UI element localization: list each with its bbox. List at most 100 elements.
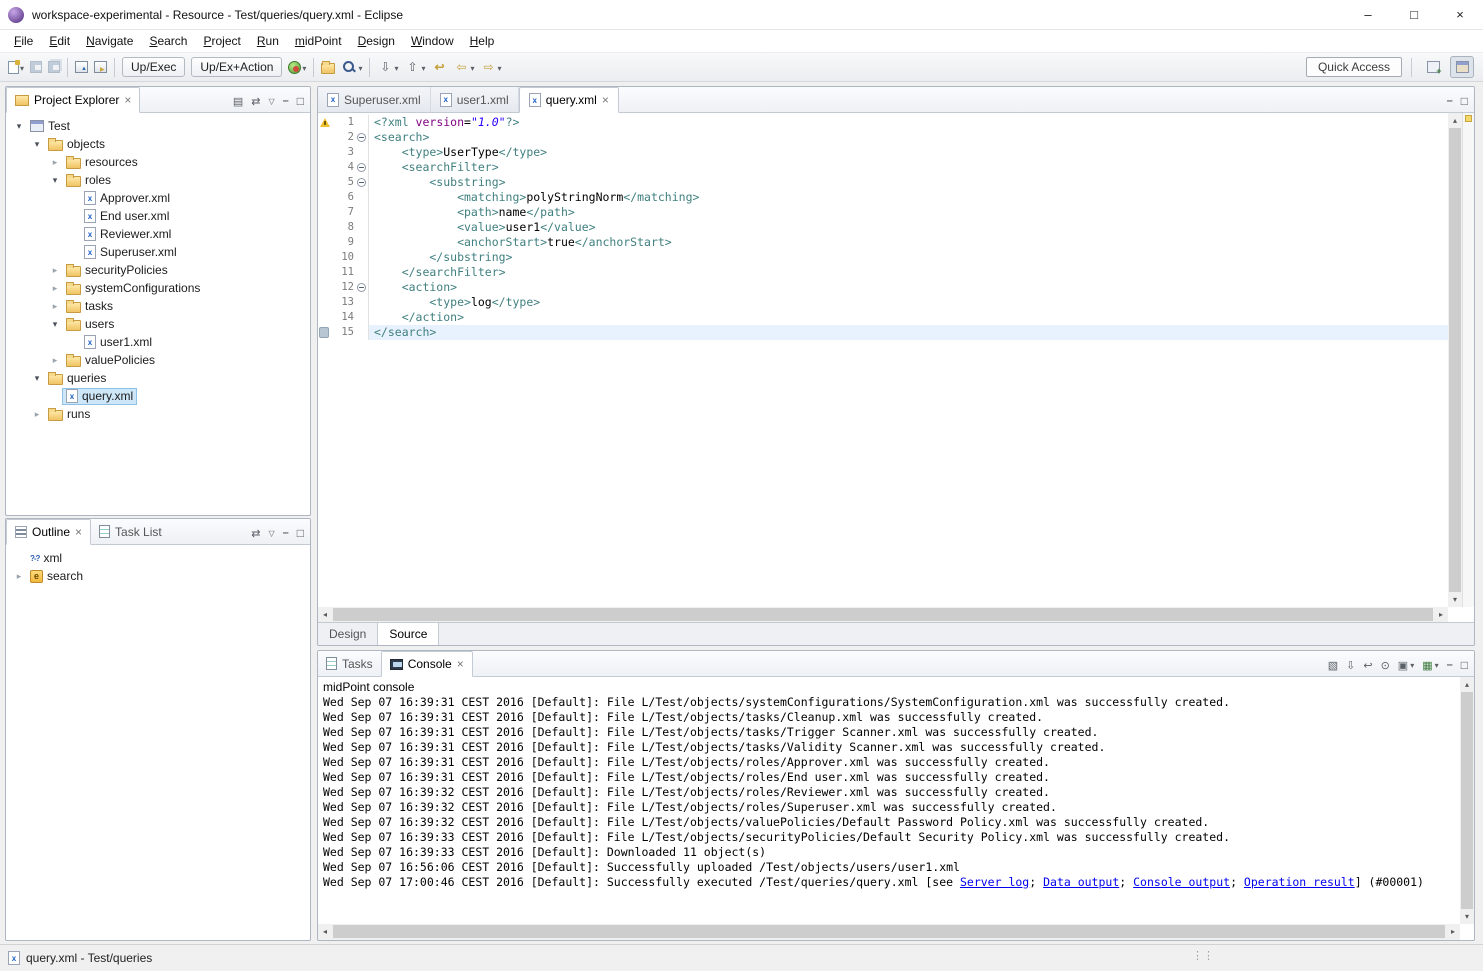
menu-item-run[interactable]: Run bbox=[249, 31, 287, 51]
next-annotation-button[interactable] bbox=[374, 57, 401, 77]
collapse-arrow-icon[interactable]: ▾ bbox=[48, 319, 62, 330]
maximize-view-icon[interactable] bbox=[297, 526, 304, 540]
menu-item-design[interactable]: Design bbox=[350, 31, 403, 51]
forward-button[interactable] bbox=[478, 57, 505, 77]
console-tab[interactable]: Console bbox=[381, 651, 473, 677]
upload-objects-button[interactable] bbox=[72, 59, 91, 75]
collapse-arrow-icon[interactable]: ▾ bbox=[30, 373, 44, 384]
tree-item-runs[interactable]: ▸runs bbox=[6, 405, 310, 423]
status-splitter[interactable] bbox=[1192, 949, 1214, 962]
code-line-10[interactable]: 10 </substring> bbox=[318, 250, 1448, 265]
tree-item-reviewer-xml[interactable]: Reviewer.xml bbox=[6, 225, 310, 243]
minimize-view-icon[interactable] bbox=[283, 527, 289, 539]
dropdown-arrow-icon[interactable] bbox=[357, 60, 362, 74]
menu-item-file[interactable]: File bbox=[6, 31, 41, 51]
code-line-12[interactable]: 12 <action> bbox=[318, 280, 1448, 295]
tree-item-test[interactable]: ▾Test bbox=[6, 117, 310, 135]
menu-item-edit[interactable]: Edit bbox=[41, 31, 78, 51]
tree-item-end-user-xml[interactable]: End user.xml bbox=[6, 207, 310, 225]
tree-item-query-xml[interactable]: query.xml bbox=[6, 387, 310, 405]
menu-item-navigate[interactable]: Navigate bbox=[78, 31, 141, 51]
quick-access-box[interactable]: Quick Access bbox=[1306, 57, 1402, 77]
overview-warning-marker[interactable] bbox=[1465, 115, 1472, 122]
vertical-scrollbar-thumb[interactable] bbox=[1449, 128, 1461, 592]
menu-item-window[interactable]: Window bbox=[403, 31, 462, 51]
save-all-button[interactable] bbox=[45, 59, 63, 75]
tree-item-objects[interactable]: ▾objects bbox=[6, 135, 310, 153]
console-horizontal-scrollbar[interactable] bbox=[318, 924, 1460, 940]
open-console-icon[interactable] bbox=[1422, 659, 1438, 672]
pin-console-icon[interactable] bbox=[1381, 659, 1390, 672]
code-line-6[interactable]: 6 <matching>polyStringNorm</matching> bbox=[318, 190, 1448, 205]
last-edit-location-button[interactable] bbox=[428, 57, 450, 77]
editor-tab-superuser-xml[interactable]: Superuser.xml bbox=[318, 87, 431, 112]
dropdown-arrow-icon[interactable] bbox=[469, 60, 474, 74]
up-exec-button[interactable]: Up/Exec bbox=[122, 57, 185, 77]
menu-item-midpoint[interactable]: midPoint bbox=[287, 31, 350, 51]
tab-source[interactable]: Source bbox=[377, 623, 439, 646]
editor-tab-query-xml[interactable]: query.xml bbox=[519, 87, 619, 113]
outline-item-search[interactable]: ▸search bbox=[6, 567, 310, 585]
close-view-icon[interactable] bbox=[457, 657, 464, 671]
code-line-9[interactable]: 9 <anchorStart>true</anchorStart> bbox=[318, 235, 1448, 250]
expand-arrow-icon[interactable]: ▸ bbox=[12, 571, 26, 582]
horizontal-scrollbar-thumb[interactable] bbox=[333, 608, 1433, 621]
maximize-window-button[interactable]: □ bbox=[1391, 0, 1437, 30]
maximize-view-icon[interactable] bbox=[1461, 94, 1468, 108]
scroll-lock-icon[interactable] bbox=[1346, 659, 1355, 672]
expand-arrow-icon[interactable]: ▸ bbox=[30, 409, 44, 420]
code-line-3[interactable]: 3 <type>UserType</type> bbox=[318, 145, 1448, 160]
maximize-view-icon[interactable] bbox=[1461, 658, 1468, 672]
scroll-left-arrow-icon[interactable] bbox=[318, 607, 332, 622]
dropdown-arrow-icon[interactable] bbox=[420, 60, 425, 74]
word-wrap-icon[interactable] bbox=[1363, 659, 1372, 672]
collapse-fold-icon[interactable] bbox=[357, 283, 366, 292]
tree-item-approver-xml[interactable]: Approver.xml bbox=[6, 189, 310, 207]
project-explorer-tab[interactable]: Project Explorer bbox=[6, 87, 140, 113]
code-area[interactable]: 1<?xml version="1.0"?>2<search>3 <type>U… bbox=[318, 113, 1448, 607]
outline-tab[interactable]: Outline bbox=[6, 519, 91, 545]
code-line-15[interactable]: 15</search> bbox=[318, 325, 1448, 340]
minimize-window-button[interactable]: – bbox=[1345, 0, 1391, 30]
tree-item-queries[interactable]: ▾queries bbox=[6, 369, 310, 387]
open-perspective-button[interactable] bbox=[1421, 56, 1445, 78]
clear-console-icon[interactable] bbox=[1328, 659, 1338, 672]
scroll-down-arrow-icon[interactable] bbox=[1448, 592, 1462, 607]
code-line-11[interactable]: 11 </searchFilter> bbox=[318, 265, 1448, 280]
tree-item-user1-xml[interactable]: user1.xml bbox=[6, 333, 310, 351]
code-line-5[interactable]: 5 <substring> bbox=[318, 175, 1448, 190]
view-menu-icon[interactable] bbox=[268, 97, 274, 106]
up-ex-action-button[interactable]: Up/Ex+Action bbox=[191, 57, 282, 77]
minimize-view-icon[interactable] bbox=[1447, 95, 1453, 107]
tree-item-superuser-xml[interactable]: Superuser.xml bbox=[6, 243, 310, 261]
display-selected-console-icon[interactable] bbox=[1398, 659, 1414, 672]
tree-item-systemconfigurations[interactable]: ▸systemConfigurations bbox=[6, 279, 310, 297]
console-output[interactable]: midPoint consoleWed Sep 07 16:39:31 CEST… bbox=[318, 677, 1460, 924]
expand-arrow-icon[interactable]: ▸ bbox=[48, 355, 62, 366]
scroll-left-arrow-icon[interactable] bbox=[318, 924, 332, 939]
scroll-up-arrow-icon[interactable] bbox=[1460, 677, 1474, 692]
scroll-up-arrow-icon[interactable] bbox=[1448, 113, 1462, 128]
console-link-server-log[interactable]: Server log bbox=[960, 875, 1029, 889]
scroll-right-arrow-icon[interactable] bbox=[1434, 607, 1448, 622]
menu-item-help[interactable]: Help bbox=[462, 31, 503, 51]
menu-item-project[interactable]: Project bbox=[195, 31, 248, 51]
outline-item-xml[interactable]: xml bbox=[6, 549, 310, 567]
console-link-operation-result[interactable]: Operation result bbox=[1244, 875, 1355, 889]
editor-tab-user1-xml[interactable]: user1.xml bbox=[431, 87, 519, 112]
code-line-14[interactable]: 14 </action> bbox=[318, 310, 1448, 325]
minimize-view-icon[interactable] bbox=[1447, 659, 1453, 671]
server-status-button[interactable] bbox=[285, 58, 309, 76]
close-tab-icon[interactable] bbox=[602, 93, 609, 107]
tree-item-users[interactable]: ▾users bbox=[6, 315, 310, 333]
dropdown-arrow-icon[interactable] bbox=[497, 60, 502, 74]
search-button[interactable] bbox=[338, 57, 365, 77]
task-list-tab[interactable]: Task List bbox=[91, 519, 170, 544]
vertical-scrollbar-thumb[interactable] bbox=[1461, 692, 1473, 909]
code-line-13[interactable]: 13 <type>log</type> bbox=[318, 295, 1448, 310]
close-view-icon[interactable] bbox=[124, 93, 131, 107]
scroll-down-arrow-icon[interactable] bbox=[1460, 909, 1474, 924]
code-line-8[interactable]: 8 <value>user1</value> bbox=[318, 220, 1448, 235]
console-link-data-output[interactable]: Data output bbox=[1043, 875, 1119, 889]
collapse-fold-icon[interactable] bbox=[357, 133, 366, 142]
